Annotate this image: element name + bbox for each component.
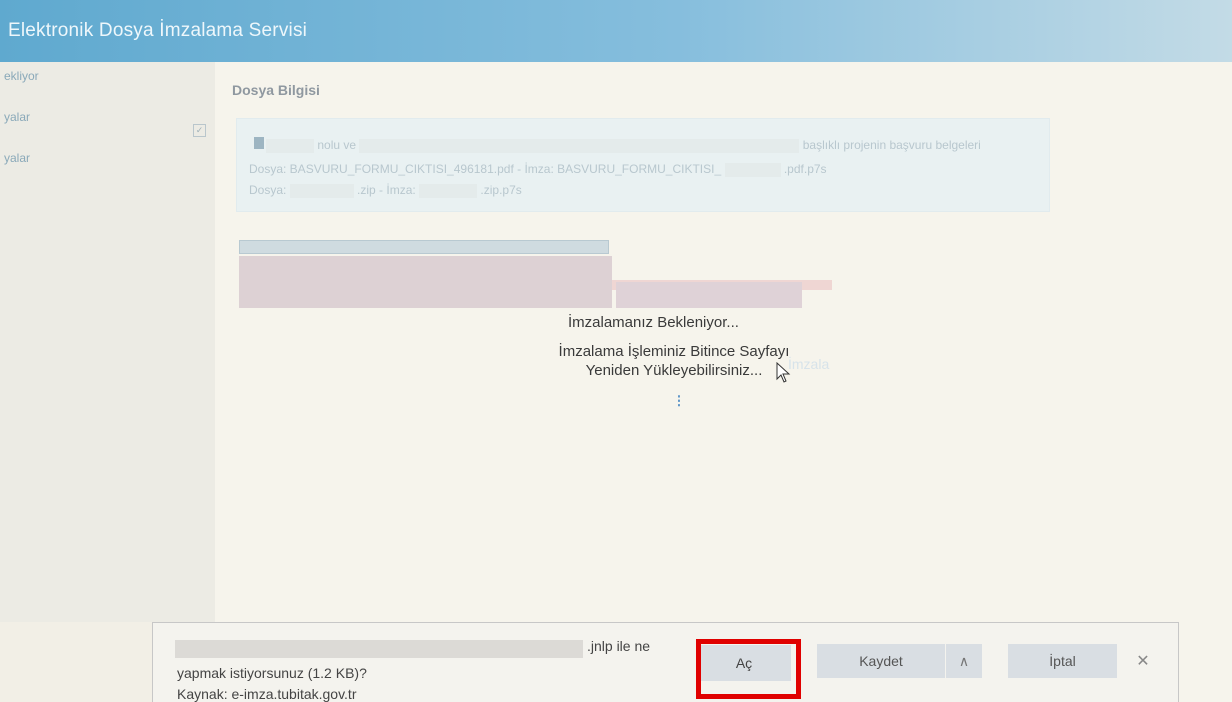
document-icon	[254, 137, 264, 149]
info-line-1-mid: nolu ve	[317, 138, 357, 152]
redacted-filename	[175, 640, 583, 658]
redacted-block-3	[616, 282, 802, 308]
select-checkbox[interactable]: ✓	[193, 124, 206, 137]
info-line-3-c: .zip.p7s	[480, 183, 522, 197]
info-line-1-end: başlıklı projenin başvuru belgeleri	[802, 138, 981, 152]
sidebar-item-2[interactable]: yalar	[4, 110, 30, 124]
save-button[interactable]: Kaydet	[817, 644, 945, 678]
mouse-cursor-icon	[776, 362, 791, 383]
section-title: Dosya Bilgisi	[232, 82, 320, 98]
cancel-button[interactable]: İptal	[1008, 644, 1117, 678]
redacted-block-1	[239, 256, 612, 308]
loading-spinner-icon: ⁝	[676, 391, 682, 411]
info-line-3-b: .zip - İmza:	[357, 183, 416, 197]
info-line-2: Dosya: BASVURU_FORMU_CIKTISI_496181.pdf …	[249, 162, 827, 177]
more-options-chevron-up-icon[interactable]: ∧	[946, 644, 982, 678]
reload-message: İmzalama İşleminiz Bitince Sayfayı Yenid…	[558, 343, 790, 379]
waiting-message: İmzalamanız Bekleniyor...	[568, 314, 739, 331]
sidebar-item-3[interactable]: yalar	[4, 151, 30, 165]
download-source: Kaynak: e-imza.tubitak.gov.tr	[177, 686, 357, 702]
progress-bar	[239, 240, 609, 254]
download-question: yapmak istiyorsunuz (1.2 KB)?	[177, 665, 367, 681]
open-button-highlight	[696, 639, 801, 699]
download-filename-text: .jnlp ile ne	[587, 638, 651, 654]
info-line-1: nolu ve başlıklı projenin başvuru belgel…	[266, 138, 981, 153]
info-line-2-text: Dosya: BASVURU_FORMU_CIKTISI_496181.pdf …	[249, 162, 722, 176]
sidebar: ekliyor yalar yalar	[0, 62, 215, 622]
info-line-2-end: .pdf.p7s	[783, 162, 827, 176]
info-line-3: Dosya: .zip - İmza: .zip.p7s	[249, 183, 522, 198]
info-line-3-a: Dosya:	[249, 183, 287, 197]
close-icon[interactable]: ✕	[1131, 648, 1155, 674]
app-title: Elektronik Dosya İmzalama Servisi	[8, 20, 308, 41]
app-header: Elektronik Dosya İmzalama Servisi	[0, 0, 1232, 62]
download-notification-bar: .jnlp ile ne yapmak istiyorsunuz (1.2 KB…	[152, 622, 1179, 702]
sidebar-item-1[interactable]: ekliyor	[4, 69, 39, 83]
